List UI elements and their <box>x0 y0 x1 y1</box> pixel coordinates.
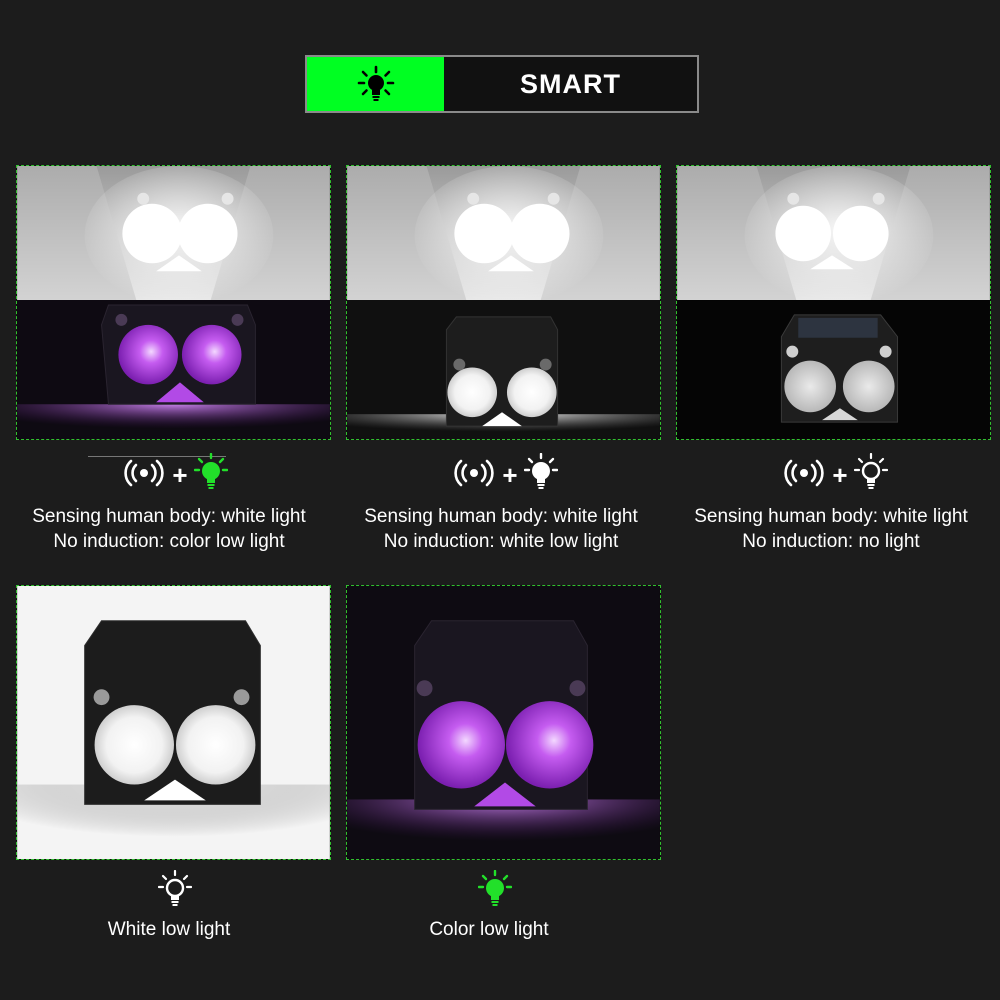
mode-icons-1: + <box>10 452 340 498</box>
product-photo-1 <box>16 165 331 440</box>
plus-sign: + <box>502 460 518 490</box>
mode-icons-4 <box>10 869 340 915</box>
bulb-outline-icon <box>853 452 888 498</box>
motion-sensor-icon <box>122 455 166 496</box>
caption-1: Sensing human body: white light No induc… <box>4 504 334 554</box>
motion-sensor-icon <box>452 455 496 496</box>
mode-badge: SMART <box>305 55 699 113</box>
bulb-rays-icon <box>307 57 444 111</box>
caption-2: Sensing human body: white light No induc… <box>336 504 666 554</box>
caption-line: No induction: white low light <box>383 531 619 552</box>
caption-5: Color low light <box>324 917 654 942</box>
caption-line: Sensing human body: white light <box>364 506 638 527</box>
product-photo-5 <box>346 585 661 860</box>
caption-4: White low light <box>4 917 334 942</box>
mode-icons-3: + <box>670 452 1000 498</box>
product-photo-4 <box>16 585 331 860</box>
mode-icons-2: + <box>340 452 670 498</box>
caption-line: Sensing human body: white light <box>694 506 968 527</box>
bulb-green-icon <box>477 869 513 915</box>
mode-icons-5 <box>330 869 660 915</box>
caption-line: Sensing human body: white light <box>32 506 306 527</box>
caption-line: No induction: color low light <box>53 531 285 552</box>
caption-line: Color low light <box>429 919 549 940</box>
caption-3: Sensing human body: white light No induc… <box>666 504 996 554</box>
plus-sign: + <box>832 460 848 490</box>
plus-sign: + <box>172 460 188 490</box>
product-photo-3 <box>676 165 991 440</box>
bulb-green-icon <box>193 452 228 498</box>
caption-line: White low light <box>107 919 231 940</box>
product-photo-2 <box>346 165 661 440</box>
mode-label: SMART <box>520 68 621 99</box>
bulb-white-glow-icon <box>523 452 558 498</box>
caption-line: No induction: no light <box>742 531 920 552</box>
bulb-outline-icon <box>157 869 193 915</box>
motion-sensor-icon <box>782 455 826 496</box>
